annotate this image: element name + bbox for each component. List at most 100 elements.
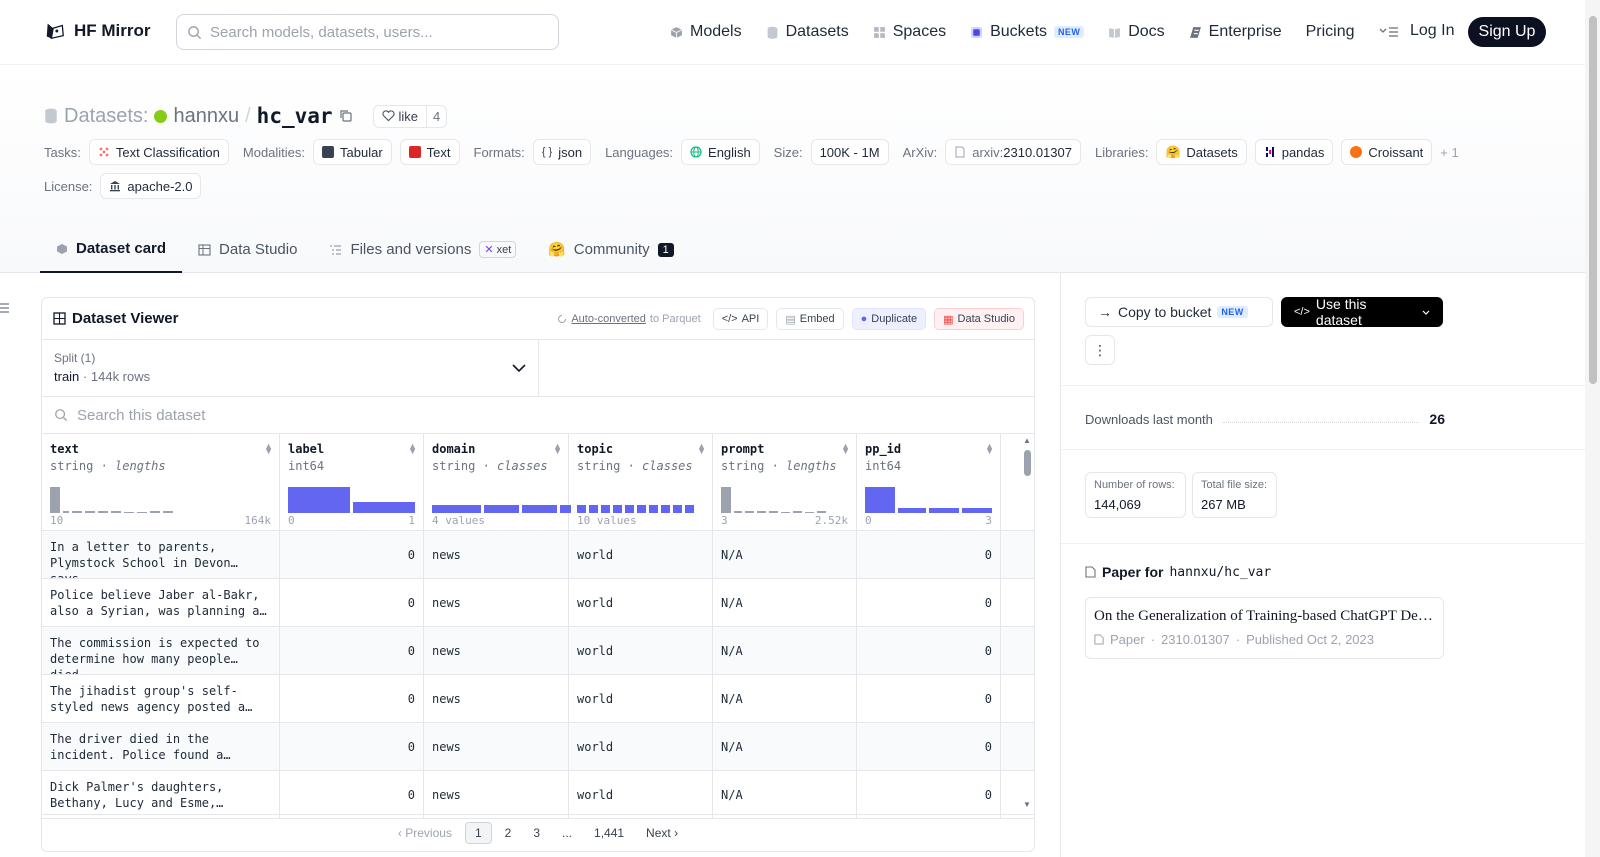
histogram-bar[interactable]: [353, 502, 415, 513]
tag-english[interactable]: English: [681, 139, 760, 165]
use-dataset-button[interactable]: </> Use this dataset: [1281, 296, 1443, 328]
scroll-down-icon[interactable]: ▼: [1023, 800, 1031, 809]
tag-croissant[interactable]: Croissant: [1341, 139, 1433, 165]
column-header-text[interactable]: text string · lengths ▲ ▼ 10 164k: [42, 434, 280, 530]
repo-owner[interactable]: hannxu: [173, 105, 239, 128]
sort-icon[interactable]: ▲ ▼: [553, 442, 562, 456]
more-options-button[interactable]: ⋮: [1085, 335, 1115, 365]
tag-datasets-lib[interactable]: 🤗 Datasets: [1156, 139, 1247, 165]
table-row[interactable]: In a letter to parents, Plymstock School…: [42, 531, 1034, 579]
histogram-bar[interactable]: [962, 508, 992, 513]
sort-icon[interactable]: ▲ ▼: [697, 442, 706, 456]
cell-text[interactable]: The commission is expected to determine …: [42, 627, 280, 674]
histogram-bar[interactable]: [898, 508, 926, 513]
table-row[interactable]: The commission is expected to determine …: [42, 627, 1034, 675]
column-header-prompt[interactable]: prompt string · lengths ▲ ▼ 3 2.52k: [713, 434, 857, 530]
tag-size[interactable]: 100K - 1M: [810, 139, 889, 165]
cell-label[interactable]: 0: [280, 771, 424, 818]
histogram-bar[interactable]: [721, 487, 731, 513]
histogram-bar[interactable]: [577, 505, 586, 513]
histogram-bar[interactable]: [163, 511, 173, 513]
scroll-up-icon[interactable]: ▲: [1023, 436, 1031, 445]
cell-prompt[interactable]: N/A: [713, 627, 857, 674]
page-3[interactable]: 3: [524, 823, 549, 843]
histogram-bar[interactable]: [124, 512, 134, 513]
histogram-bar[interactable]: [637, 505, 646, 513]
page-last[interactable]: 1,441: [585, 823, 633, 843]
column-header-topic[interactable]: topic string · classes ▲ ▼ 10 values: [569, 434, 713, 530]
cell-topic[interactable]: world: [569, 627, 713, 674]
histogram-bar[interactable]: [817, 511, 826, 513]
global-search-input[interactable]: [210, 23, 530, 41]
histogram-bar[interactable]: [685, 505, 694, 513]
nav-enterprise[interactable]: Enterprise: [1189, 23, 1282, 41]
global-search[interactable]: [176, 14, 559, 50]
histogram-bar[interactable]: [805, 512, 814, 513]
cell-text[interactable]: The jihadist group's self-styled news ag…: [42, 675, 280, 722]
embed-button[interactable]: ▤ Embed: [776, 308, 844, 330]
sort-icon[interactable]: ▲ ▼: [841, 442, 850, 456]
tag-json[interactable]: { } json: [532, 139, 592, 165]
column-header-pp-id[interactable]: pp_id int64 ▲ ▼ 03: [857, 434, 1001, 530]
auto-converted-link[interactable]: Auto-converted: [571, 313, 646, 325]
nav-pricing[interactable]: Pricing: [1306, 23, 1355, 41]
cell-label[interactable]: 0: [280, 675, 424, 722]
page-2[interactable]: 2: [496, 823, 521, 843]
histogram-bar[interactable]: [793, 511, 802, 513]
cell-label[interactable]: 0: [280, 531, 424, 578]
dataset-search[interactable]: [42, 397, 1034, 434]
repo-name[interactable]: hc_var: [257, 104, 333, 128]
tab-data-studio[interactable]: Data Studio: [182, 226, 313, 273]
histogram-bar[interactable]: [522, 505, 557, 513]
cell-pp-id[interactable]: 0: [857, 723, 1001, 770]
cell-domain[interactable]: news: [424, 723, 569, 770]
sort-icon[interactable]: ▲ ▼: [264, 442, 273, 456]
cell-text[interactable]: The driver died in the incident. Police …: [42, 723, 280, 770]
nav-spaces[interactable]: Spaces: [873, 23, 946, 41]
prev-page-button[interactable]: ‹ Previous: [389, 823, 461, 843]
dataset-search-input[interactable]: [77, 406, 477, 424]
next-page-button[interactable]: Next ›: [637, 823, 687, 843]
nav-models[interactable]: Models: [670, 23, 742, 41]
cell-prompt[interactable]: N/A: [713, 675, 857, 722]
copy-to-bucket-button[interactable]: → Copy to bucket NEW: [1085, 297, 1273, 327]
cell-topic[interactable]: world: [569, 579, 713, 626]
page-1[interactable]: 1: [464, 822, 492, 844]
tag-tabular[interactable]: Tabular: [313, 139, 392, 165]
tab-files[interactable]: Files and versions ✕ xet: [313, 226, 532, 273]
logo[interactable]: HF Mirror: [44, 20, 151, 42]
copy-icon[interactable]: [339, 109, 353, 123]
column-header-domain[interactable]: domain string · classes ▲ ▼ 4 values: [424, 434, 571, 530]
grid-scroll-thumb[interactable]: [1024, 450, 1031, 476]
table-row[interactable]: The jihadist group's self-styled news ag…: [42, 675, 1034, 723]
cell-prompt[interactable]: N/A: [713, 771, 857, 818]
nav-datasets[interactable]: Datasets: [766, 23, 849, 41]
table-row[interactable]: The driver died in the incident. Police …: [42, 723, 1034, 771]
cell-prompt[interactable]: N/A: [713, 579, 857, 626]
cell-topic[interactable]: world: [569, 531, 713, 578]
histogram-bar[interactable]: [72, 511, 82, 513]
tag-text[interactable]: Text: [399, 139, 460, 165]
sort-icon[interactable]: ▲ ▼: [985, 442, 994, 456]
histogram-bar[interactable]: [673, 505, 682, 513]
cell-pp-id[interactable]: 0: [857, 531, 1001, 578]
nav-buckets[interactable]: Buckets NEW: [970, 23, 1085, 41]
cell-topic[interactable]: world: [569, 675, 713, 722]
cell-domain[interactable]: news: [424, 531, 569, 578]
nav-more-menu[interactable]: [1379, 26, 1399, 38]
cell-label[interactable]: 0: [280, 627, 424, 674]
cell-pp-id[interactable]: 0: [857, 675, 1001, 722]
histogram-bar[interactable]: [613, 505, 622, 513]
histogram-bar[interactable]: [288, 487, 350, 513]
cell-pp-id[interactable]: 0: [857, 579, 1001, 626]
cell-text[interactable]: In a letter to parents, Plymstock School…: [42, 531, 280, 578]
repo-type-label[interactable]: Datasets:: [64, 105, 148, 128]
split-selector[interactable]: Split (1) train · 144k rows: [42, 340, 539, 396]
cell-pp-id[interactable]: 0: [857, 627, 1001, 674]
paper-card[interactable]: On the Generalization of Training-based …: [1085, 597, 1444, 659]
nav-docs[interactable]: Docs: [1108, 23, 1165, 41]
tag-text-classification[interactable]: Text Classification: [88, 139, 229, 165]
histogram-bar[interactable]: [745, 511, 754, 513]
histogram-bar[interactable]: [649, 505, 658, 513]
histogram-bar[interactable]: [432, 505, 481, 513]
